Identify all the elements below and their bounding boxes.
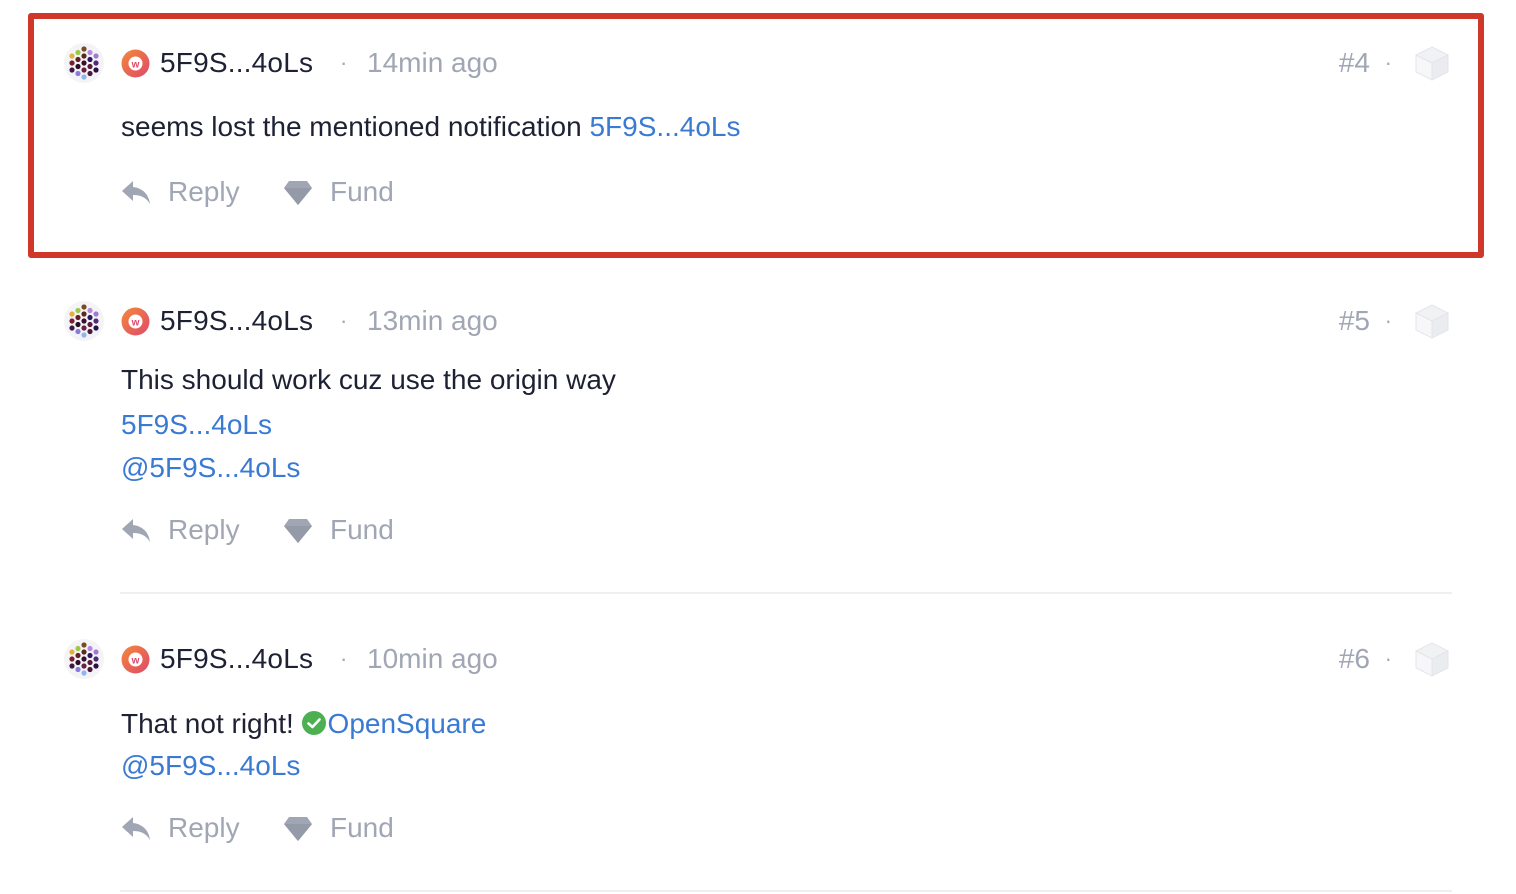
comment-header: w 5F9S...4oLs · 13min ago #5 ·	[0, 301, 1516, 341]
identicon-avatar[interactable]	[64, 301, 104, 341]
comments-page: w 5F9S...4oLs · 14min ago #4 · seems los…	[0, 0, 1516, 894]
separator-dot: ·	[340, 646, 348, 671]
highlight-frame	[28, 13, 1484, 258]
comment-divider	[120, 592, 1452, 594]
fund-button[interactable]: Fund	[330, 515, 394, 545]
comment-index[interactable]: #5	[1339, 306, 1370, 336]
reply-button[interactable]: Reply	[168, 515, 240, 545]
separator-dot: ·	[1384, 646, 1392, 671]
comment-index[interactable]: #6	[1339, 644, 1370, 674]
mention-link[interactable]: 5F9S...4oLs	[121, 407, 272, 443]
diamond-icon[interactable]	[283, 816, 313, 842]
comment-author[interactable]: 5F9S...4oLs	[160, 306, 313, 336]
fund-button[interactable]: Fund	[330, 813, 394, 843]
comment-body: That not right! OpenSquare	[121, 706, 486, 742]
identity-link[interactable]: OpenSquare	[328, 708, 487, 739]
reply-icon[interactable]	[120, 814, 152, 842]
comment-time: 10min ago	[367, 643, 498, 674]
mention-link[interactable]: @5F9S...4oLs	[121, 748, 300, 784]
comment-text: That not right!	[121, 708, 302, 739]
w-badge-icon: w	[121, 307, 150, 336]
comment-divider	[120, 890, 1452, 892]
comment-time: 13min ago	[367, 305, 498, 336]
cube-icon[interactable]	[1413, 302, 1451, 340]
comment-text: This should work cuz use the origin way	[121, 364, 616, 395]
comment-actions: Reply Fund	[120, 808, 520, 848]
w-badge-icon: w	[121, 645, 150, 674]
comment-actions: Reply Fund	[120, 510, 520, 550]
reply-button[interactable]: Reply	[168, 813, 240, 843]
reply-icon[interactable]	[120, 516, 152, 544]
comment-author[interactable]: 5F9S...4oLs	[160, 644, 313, 674]
svg-text:w: w	[131, 656, 140, 667]
identicon-avatar[interactable]	[64, 639, 104, 679]
diamond-icon[interactable]	[283, 518, 313, 544]
comment-header: w 5F9S...4oLs · 10min ago #6 ·	[0, 639, 1516, 679]
mention-link[interactable]: @5F9S...4oLs	[121, 450, 300, 486]
separator-dot: ·	[340, 308, 348, 333]
cube-icon[interactable]	[1413, 640, 1451, 678]
svg-text:w: w	[131, 318, 140, 329]
check-circle-icon	[301, 711, 326, 735]
separator-dot: ·	[1384, 308, 1392, 333]
